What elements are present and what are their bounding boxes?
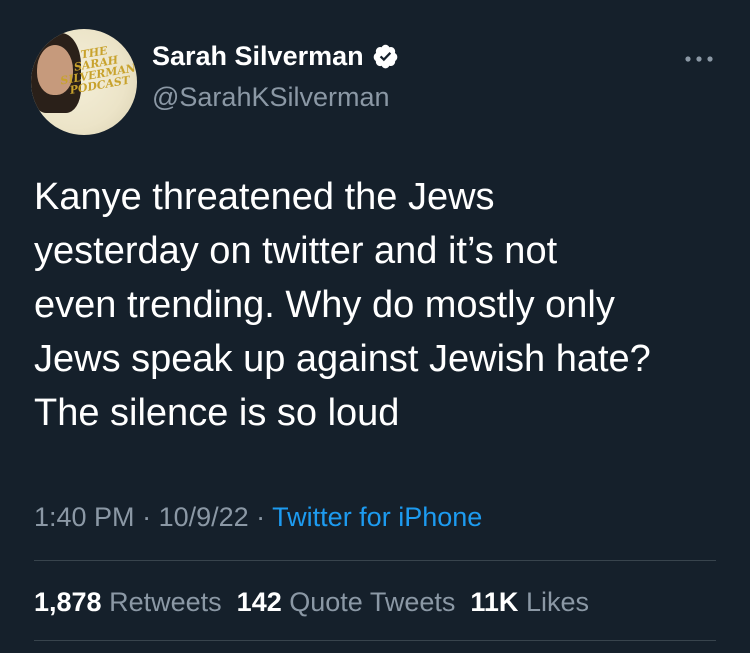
retweets-stat[interactable]: 1,878 Retweets [34,587,222,617]
avatar[interactable]: THE SARAH SILVERMAN PODCAST [31,29,137,135]
tweet-date[interactable]: 10/9/22 [159,502,249,532]
author-handle[interactable]: @SarahKSilverman [152,82,390,113]
retweets-count: 1,878 [34,587,102,617]
tweet-stats: 1,878 Retweets 142 Quote Tweets 11K Like… [34,587,589,618]
likes-count: 11K [470,587,519,617]
quote-tweets-count: 142 [236,587,282,617]
retweets-label: Retweets [109,587,222,617]
more-options-icon[interactable] [681,49,717,69]
tweet-time[interactable]: 1:40 PM [34,502,135,532]
author-name[interactable]: Sarah Silverman [152,41,364,72]
tweet-meta: 1:40 PM · 10/9/22 · Twitter for iPhone [34,502,482,533]
likes-stat[interactable]: 11K Likes [470,587,589,617]
quote-tweets-label: Quote Tweets [289,587,456,617]
tweet-source-link[interactable]: Twitter for iPhone [272,502,482,532]
quote-tweets-stat[interactable]: 142 Quote Tweets [237,587,456,617]
likes-label: Likes [525,587,589,617]
divider [34,640,716,641]
verified-badge-icon [373,44,397,69]
author-name-row: Sarah Silverman [152,41,399,72]
divider [34,560,716,561]
meta-separator: · [248,502,273,532]
meta-separator: · [134,502,159,532]
tweet-text: Kanye threatened the Jews yesterday on t… [34,176,651,434]
